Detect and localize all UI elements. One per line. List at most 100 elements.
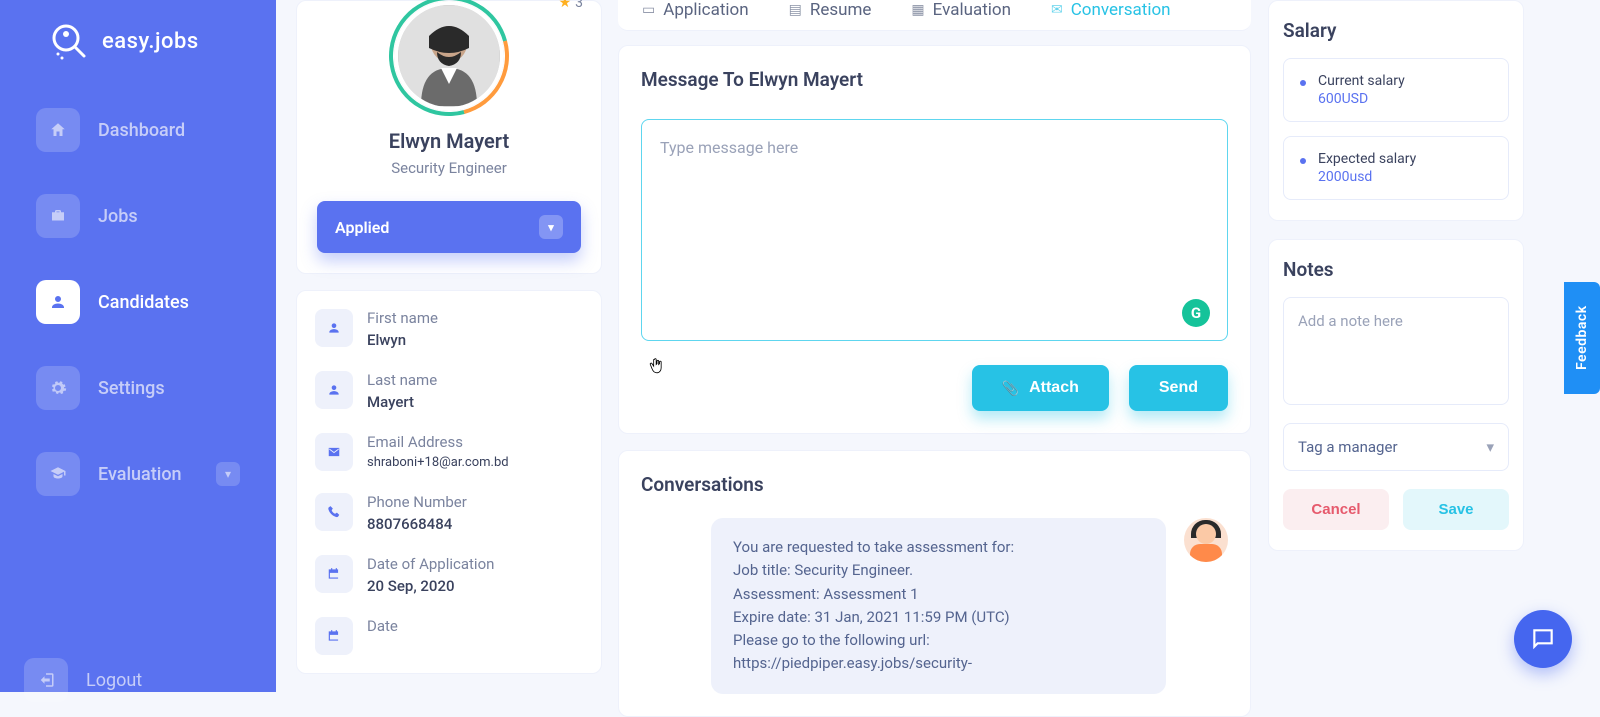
sidebar-item-evaluation[interactable]: Evaluation ▾ — [24, 442, 252, 506]
chat-icon: ✉ — [1051, 2, 1063, 18]
sidebar-item-candidates[interactable]: Candidates — [24, 270, 252, 334]
status-label: Applied — [335, 218, 389, 237]
logo-text: easy.jobs — [102, 29, 199, 54]
sidebar-item-label: Logout — [86, 670, 142, 691]
chat-fab[interactable] — [1514, 610, 1572, 668]
message-card: Message To Elwyn Mayert G 📎 Attach Send — [618, 45, 1251, 434]
salary-label: Expected salary — [1318, 151, 1416, 167]
detail-last-name: Last name Mayert — [315, 371, 583, 411]
tab-resume[interactable]: ▤Resume — [783, 0, 878, 20]
detail-label: Date — [367, 617, 398, 635]
details-card: First nameElwyn Last name Mayert Email Ad… — [296, 290, 602, 674]
message-line: Job title: Security Engineer. — [733, 559, 1144, 582]
sidebar-item-settings[interactable]: Settings — [24, 356, 252, 420]
star-icon: ★ — [559, 0, 572, 11]
logout-icon — [24, 658, 68, 702]
detail-value: 8807668484 — [367, 515, 467, 533]
grid-icon: ▦ — [911, 2, 924, 18]
sidebar-item-label: Candidates — [98, 292, 189, 313]
logo[interactable]: easy.jobs — [48, 20, 252, 62]
profile-card: ★ 3 Elwyn Mayert Security Engineer Appli… — [296, 0, 602, 274]
tab-application[interactable]: ▭ Application — [636, 0, 755, 20]
paperclip-icon: 📎 — [1002, 380, 1019, 397]
dot-icon — [1300, 80, 1306, 86]
document-icon: ▭ — [642, 2, 655, 18]
logo-icon — [48, 20, 90, 62]
detail-value: Mayert — [367, 393, 437, 411]
detail-extra: Date — [315, 617, 583, 655]
avatar — [394, 1, 504, 111]
detail-label: Date of Application — [367, 555, 494, 573]
current-salary-box: Current salary 600USD — [1283, 58, 1509, 122]
sidebar: easy.jobs Dashboard Jobs Candidates Sett… — [0, 0, 276, 692]
mail-icon — [315, 433, 353, 471]
detail-label: Email Address — [367, 433, 509, 451]
home-icon — [36, 108, 80, 152]
send-label: Send — [1159, 379, 1198, 397]
grammarly-icon[interactable]: G — [1182, 299, 1210, 327]
cursor-icon — [647, 357, 667, 377]
candidate-title: Security Engineer — [317, 159, 581, 177]
briefcase-icon — [36, 194, 80, 238]
detail-first-name: First nameElwyn — [315, 309, 583, 349]
calendar-icon — [315, 555, 353, 593]
salary-value: 2000usd — [1318, 169, 1416, 185]
salary-value: 600USD — [1318, 91, 1405, 107]
sidebar-item-logout[interactable]: Logout — [24, 658, 142, 702]
user-icon — [315, 371, 353, 409]
chevron-down-icon: ▾ — [1486, 438, 1494, 456]
detail-label: Last name — [367, 371, 437, 389]
attach-button[interactable]: 📎 Attach — [972, 365, 1109, 411]
graduation-icon — [36, 452, 80, 496]
message-title: Message To Elwyn Mayert — [641, 68, 1228, 91]
detail-phone: Phone Number8807668484 — [315, 493, 583, 533]
expected-salary-box: Expected salary 2000usd — [1283, 136, 1509, 200]
sidebar-item-dashboard[interactable]: Dashboard — [24, 98, 252, 162]
rating-badge: ★ 3 — [559, 0, 583, 11]
status-dropdown[interactable]: Applied ▾ — [317, 201, 581, 253]
notes-title: Notes — [1283, 258, 1509, 281]
calendar-icon — [315, 617, 353, 655]
chat-icon — [1530, 626, 1556, 652]
sidebar-item-jobs[interactable]: Jobs — [24, 184, 252, 248]
right-column: Salary Current salary600USD Expected sal… — [1268, 0, 1524, 692]
message-line: Expire date: 31 Jan, 2021 11:59 PM (UTC) — [733, 606, 1144, 629]
salary-label: Current salary — [1318, 73, 1405, 89]
rating-value: 3 — [575, 0, 583, 11]
message-line: You are requested to take assessment for… — [733, 536, 1144, 559]
tab-label: Conversation — [1071, 0, 1171, 20]
tab-evaluation[interactable]: ▦Evaluation — [905, 0, 1017, 20]
detail-value: shraboni+18@ar.com.bd — [367, 455, 509, 470]
notes-card: Notes Tag a manager ▾ Cancel Save — [1268, 239, 1524, 551]
sidebar-item-label: Jobs — [98, 206, 138, 227]
sidebar-item-label: Settings — [98, 378, 165, 399]
tabs: ▭ Application ▤Resume ▦Evaluation ✉ Conver… — [618, 0, 1251, 31]
detail-date: Date of Application20 Sep, 2020 — [315, 555, 583, 595]
message-line: Please go to the following url: — [733, 629, 1144, 652]
tab-label: Application — [663, 0, 748, 20]
message-input[interactable] — [641, 119, 1228, 341]
message-line: Assessment: Assessment 1 — [733, 583, 1144, 606]
sender-avatar — [1184, 518, 1228, 562]
feedback-tab[interactable]: Feedback — [1564, 282, 1600, 394]
chevron-down-icon: ▾ — [539, 215, 563, 239]
note-input[interactable] — [1283, 297, 1509, 405]
sidebar-item-label: Evaluation — [98, 464, 182, 485]
user-icon — [36, 280, 80, 324]
cancel-button[interactable]: Cancel — [1283, 489, 1389, 530]
detail-email: Email Address shraboni+18@ar.com.bd — [315, 433, 583, 471]
send-button[interactable]: Send — [1129, 365, 1228, 411]
tag-label: Tag a manager — [1298, 438, 1398, 456]
tab-conversation[interactable]: ✉ Conversation — [1045, 0, 1177, 20]
conversations-title: Conversations — [641, 473, 1228, 496]
user-icon — [315, 309, 353, 347]
save-button[interactable]: Save — [1403, 489, 1509, 530]
message-line: https://piedpiper.easy.jobs/security- — [733, 652, 1144, 675]
salary-card: Salary Current salary600USD Expected sal… — [1268, 0, 1524, 221]
dot-icon — [1300, 158, 1306, 164]
attach-label: Attach — [1029, 379, 1079, 397]
profile-column: ★ 3 Elwyn Mayert Security Engineer Appli… — [296, 0, 602, 692]
phone-icon — [315, 493, 353, 531]
tab-label: Resume — [810, 0, 872, 20]
tag-manager-select[interactable]: Tag a manager ▾ — [1283, 423, 1509, 471]
